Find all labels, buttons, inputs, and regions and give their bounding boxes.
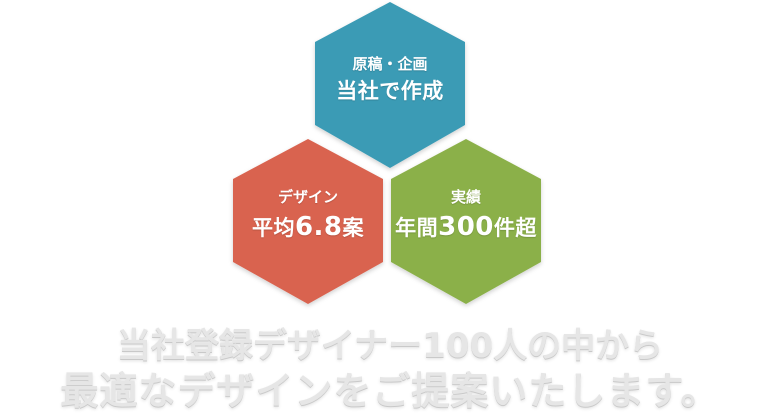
hexagon-right-suffix: 件超 [493,215,537,240]
hexagon-left-number: 6.8 [294,211,343,242]
hexagon-top-headline: 当社で作成 [336,78,444,103]
hexagon-right-headline: 年間300件超 [366,211,566,244]
hexagon-right-prefix: 年間 [395,215,439,240]
hexagon-right-label: 実績 年間300件超 [366,188,566,243]
hexagon-diagram [233,2,541,304]
hexagon-right-number: 300 [438,211,494,242]
headline-line-2: 最適なデザインをご提案いたします。 [60,369,720,413]
feature-graphic: 原稿・企画 当社で作成 デザイン 平均6.8案 実績 年間300件超 当社登録デ… [0,0,780,420]
hexagon-top-caption: 原稿・企画 [352,55,428,73]
hexagon-left-prefix: 平均 [251,215,295,240]
hexagon-top-label: 原稿・企画 当社で作成 [290,55,490,104]
hexagon-right-caption: 実績 [450,188,481,206]
hexagon-left-suffix: 案 [342,215,365,240]
